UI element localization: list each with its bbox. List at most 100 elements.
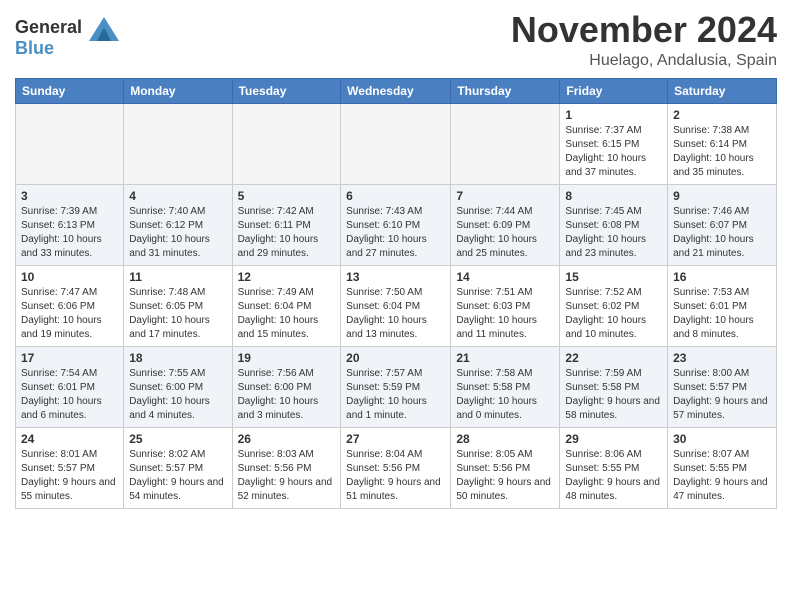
calendar-cell: 23 Sunrise: 8:00 AMSunset: 5:57 PMDayligh… [668, 346, 777, 427]
calendar-cell: 6 Sunrise: 7:43 AMSunset: 6:10 PMDaylight… [341, 184, 451, 265]
calendar-cell: 5 Sunrise: 7:42 AMSunset: 6:11 PMDaylight… [232, 184, 341, 265]
calendar-cell: 19 Sunrise: 7:56 AMSunset: 6:00 PMDayligh… [232, 346, 341, 427]
calendar-cell: 28 Sunrise: 8:05 AMSunset: 5:56 PMDayligh… [451, 427, 560, 508]
weekday-header-row: SundayMondayTuesdayWednesdayThursdayFrid… [16, 78, 777, 103]
day-info: Sunrise: 7:50 AMSunset: 6:04 PMDaylight:… [346, 286, 445, 342]
day-info: Sunrise: 7:58 AMSunset: 5:58 PMDaylight:… [456, 367, 554, 423]
day-info: Sunrise: 8:00 AMSunset: 5:57 PMDaylight:… [673, 367, 771, 423]
calendar-cell [341, 103, 451, 184]
day-info: Sunrise: 7:40 AMSunset: 6:12 PMDaylight:… [129, 205, 226, 261]
calendar-cell: 16 Sunrise: 7:53 AMSunset: 6:01 PMDayligh… [668, 265, 777, 346]
calendar-cell: 1Sunrise: 7:37 AMSunset: 6:15 PMDaylight… [560, 103, 668, 184]
week-row-1: 1Sunrise: 7:37 AMSunset: 6:15 PMDaylight… [16, 103, 777, 184]
day-info: Sunrise: 7:55 AMSunset: 6:00 PMDaylight:… [129, 367, 226, 423]
day-number: 29 [565, 432, 662, 446]
day-number: 4 [129, 189, 226, 203]
page: General Blue November 2024 Huelago, Anda… [0, 0, 792, 524]
day-number: 12 [238, 270, 336, 284]
calendar-cell: 15 Sunrise: 7:52 AMSunset: 6:02 PMDayligh… [560, 265, 668, 346]
logo-icon [89, 17, 119, 41]
week-row-3: 10Sunrise: 7:47 AMSunset: 6:06 PMDayligh… [16, 265, 777, 346]
day-info: Sunrise: 8:03 AMSunset: 5:56 PMDaylight:… [238, 448, 336, 504]
day-number: 2 [673, 108, 771, 122]
day-number: 11 [129, 270, 226, 284]
calendar-cell: 3 Sunrise: 7:39 AMSunset: 6:13 PMDaylight… [16, 184, 124, 265]
day-number: 19 [238, 351, 336, 365]
day-info: Sunrise: 8:06 AMSunset: 5:55 PMDaylight:… [565, 448, 662, 504]
day-info: Sunrise: 8:05 AMSunset: 5:56 PMDaylight:… [456, 448, 554, 504]
day-info: Sunrise: 8:01 AMSunset: 5:57 PMDaylight:… [21, 448, 118, 504]
calendar-cell: 27Sunrise: 8:04 AMSunset: 5:56 PMDayligh… [341, 427, 451, 508]
day-number: 30 [673, 432, 771, 446]
day-number: 26 [238, 432, 336, 446]
logo-line1: General [15, 17, 82, 37]
day-number: 21 [456, 351, 554, 365]
calendar-cell: 13 Sunrise: 7:50 AMSunset: 6:04 PMDayligh… [341, 265, 451, 346]
day-info: Sunrise: 7:49 AMSunset: 6:04 PMDaylight:… [238, 286, 336, 342]
day-number: 16 [673, 270, 771, 284]
calendar-cell [124, 103, 232, 184]
calendar-cell: 26 Sunrise: 8:03 AMSunset: 5:56 PMDayligh… [232, 427, 341, 508]
day-number: 15 [565, 270, 662, 284]
calendar-cell: 20Sunrise: 7:57 AMSunset: 5:59 PMDayligh… [341, 346, 451, 427]
calendar-cell: 21 Sunrise: 7:58 AMSunset: 5:58 PMDayligh… [451, 346, 560, 427]
logo-line2: Blue [15, 39, 119, 59]
location: Huelago, Andalusia, Spain [511, 52, 777, 70]
day-number: 8 [565, 189, 662, 203]
weekday-header-tuesday: Tuesday [232, 78, 341, 103]
day-info: Sunrise: 7:47 AMSunset: 6:06 PMDaylight:… [21, 286, 118, 342]
calendar-cell [16, 103, 124, 184]
calendar-cell: 12 Sunrise: 7:49 AMSunset: 6:04 PMDayligh… [232, 265, 341, 346]
day-info: Sunrise: 7:53 AMSunset: 6:01 PMDaylight:… [673, 286, 771, 342]
calendar-cell: 25 Sunrise: 8:02 AMSunset: 5:57 PMDayligh… [124, 427, 232, 508]
weekday-header-sunday: Sunday [16, 78, 124, 103]
day-info: Sunrise: 7:51 AMSunset: 6:03 PMDaylight:… [456, 286, 554, 342]
day-number: 28 [456, 432, 554, 446]
calendar-cell: 30 Sunrise: 8:07 AMSunset: 5:55 PMDayligh… [668, 427, 777, 508]
calendar-cell: 7 Sunrise: 7:44 AMSunset: 6:09 PMDaylight… [451, 184, 560, 265]
week-row-5: 24 Sunrise: 8:01 AMSunset: 5:57 PMDayligh… [16, 427, 777, 508]
calendar-cell: 9 Sunrise: 7:46 AMSunset: 6:07 PMDaylight… [668, 184, 777, 265]
day-number: 23 [673, 351, 771, 365]
day-info: Sunrise: 7:46 AMSunset: 6:07 PMDaylight:… [673, 205, 771, 261]
day-info: Sunrise: 8:07 AMSunset: 5:55 PMDaylight:… [673, 448, 771, 504]
day-info: Sunrise: 8:02 AMSunset: 5:57 PMDaylight:… [129, 448, 226, 504]
calendar-cell: 11 Sunrise: 7:48 AMSunset: 6:05 PMDayligh… [124, 265, 232, 346]
calendar: SundayMondayTuesdayWednesdayThursdayFrid… [15, 78, 777, 509]
calendar-cell: 10Sunrise: 7:47 AMSunset: 6:06 PMDayligh… [16, 265, 124, 346]
day-number: 3 [21, 189, 118, 203]
weekday-header-friday: Friday [560, 78, 668, 103]
calendar-cell: 8Sunrise: 7:45 AMSunset: 6:08 PMDaylight… [560, 184, 668, 265]
day-info: Sunrise: 7:42 AMSunset: 6:11 PMDaylight:… [238, 205, 336, 261]
day-info: Sunrise: 7:39 AMSunset: 6:13 PMDaylight:… [21, 205, 118, 261]
day-number: 13 [346, 270, 445, 284]
calendar-cell: 18Sunrise: 7:55 AMSunset: 6:00 PMDayligh… [124, 346, 232, 427]
day-number: 1 [565, 108, 662, 122]
day-info: Sunrise: 7:59 AMSunset: 5:58 PMDaylight:… [565, 367, 662, 423]
day-number: 14 [456, 270, 554, 284]
day-info: Sunrise: 7:44 AMSunset: 6:09 PMDaylight:… [456, 205, 554, 261]
logo: General Blue [15, 15, 119, 59]
day-number: 17 [21, 351, 118, 365]
day-number: 20 [346, 351, 445, 365]
calendar-cell: 2Sunrise: 7:38 AMSunset: 6:14 PMDaylight… [668, 103, 777, 184]
weekday-header-saturday: Saturday [668, 78, 777, 103]
day-number: 27 [346, 432, 445, 446]
week-row-4: 17Sunrise: 7:54 AMSunset: 6:01 PMDayligh… [16, 346, 777, 427]
day-number: 7 [456, 189, 554, 203]
weekday-header-wednesday: Wednesday [341, 78, 451, 103]
calendar-cell: 14 Sunrise: 7:51 AMSunset: 6:03 PMDayligh… [451, 265, 560, 346]
day-number: 6 [346, 189, 445, 203]
calendar-cell [451, 103, 560, 184]
day-number: 9 [673, 189, 771, 203]
day-info: Sunrise: 7:43 AMSunset: 6:10 PMDaylight:… [346, 205, 445, 261]
day-info: Sunrise: 7:48 AMSunset: 6:05 PMDaylight:… [129, 286, 226, 342]
calendar-cell: 22Sunrise: 7:59 AMSunset: 5:58 PMDayligh… [560, 346, 668, 427]
day-number: 5 [238, 189, 336, 203]
day-info: Sunrise: 7:52 AMSunset: 6:02 PMDaylight:… [565, 286, 662, 342]
day-info: Sunrise: 7:56 AMSunset: 6:00 PMDaylight:… [238, 367, 336, 423]
day-number: 25 [129, 432, 226, 446]
header: General Blue November 2024 Huelago, Anda… [15, 10, 777, 70]
day-number: 24 [21, 432, 118, 446]
calendar-cell [232, 103, 341, 184]
